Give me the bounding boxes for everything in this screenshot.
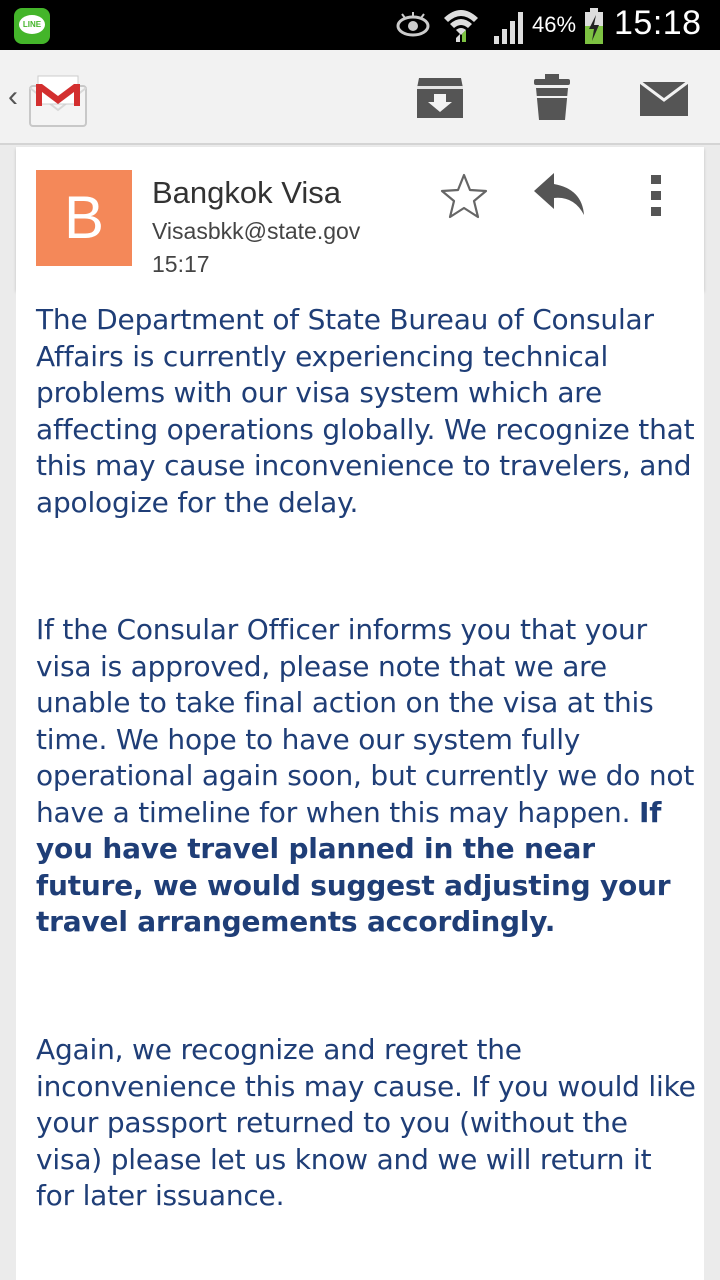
email-paragraph-3: Again, we recognize and regret the incon… — [36, 1033, 696, 1212]
delete-button[interactable] — [522, 70, 582, 126]
sender-email: Visasbkk@state.gov — [152, 218, 361, 244]
battery-charging-icon — [585, 8, 603, 44]
wifi-icon — [444, 10, 478, 42]
signal-strength-icon — [494, 12, 523, 44]
more-options-icon[interactable] — [636, 171, 676, 221]
email-paragraph-2-text: If the Consular Officer informs you that… — [36, 613, 695, 829]
archive-button[interactable] — [410, 70, 470, 126]
back-chevron-icon[interactable]: ‹ — [8, 80, 18, 114]
gmail-logo-icon[interactable] — [28, 70, 88, 128]
smart-stay-eye-icon — [396, 12, 430, 37]
star-icon[interactable] — [438, 171, 490, 223]
mark-unread-button[interactable] — [634, 70, 694, 126]
line-app-icon: LINE — [14, 8, 50, 44]
email-paragraph-2: If the Consular Officer informs you that… — [36, 612, 696, 941]
reply-icon[interactable] — [530, 169, 588, 221]
sender-avatar[interactable]: B — [36, 170, 132, 266]
email-paragraph-1: The Department of State Bureau of Consul… — [36, 303, 695, 519]
line-app-label: LINE — [22, 20, 42, 29]
mark-unread-icon — [639, 80, 689, 116]
email-body: The Department of State Bureau of Consul… — [16, 290, 704, 1280]
sender-name: Bangkok Visa — [152, 175, 341, 210]
action-bar: ‹ — [0, 50, 720, 145]
email-time: 15:17 — [152, 251, 210, 277]
battery-percent: 46% — [532, 12, 577, 37]
clock: 15:18 — [614, 4, 702, 42]
status-bar: LINE 46% 15:18 — [0, 0, 720, 50]
delete-icon — [534, 74, 570, 120]
email-header: B Bangkok Visa Visasbkk@state.gov 15:17 — [16, 147, 704, 290]
archive-icon — [417, 78, 463, 118]
